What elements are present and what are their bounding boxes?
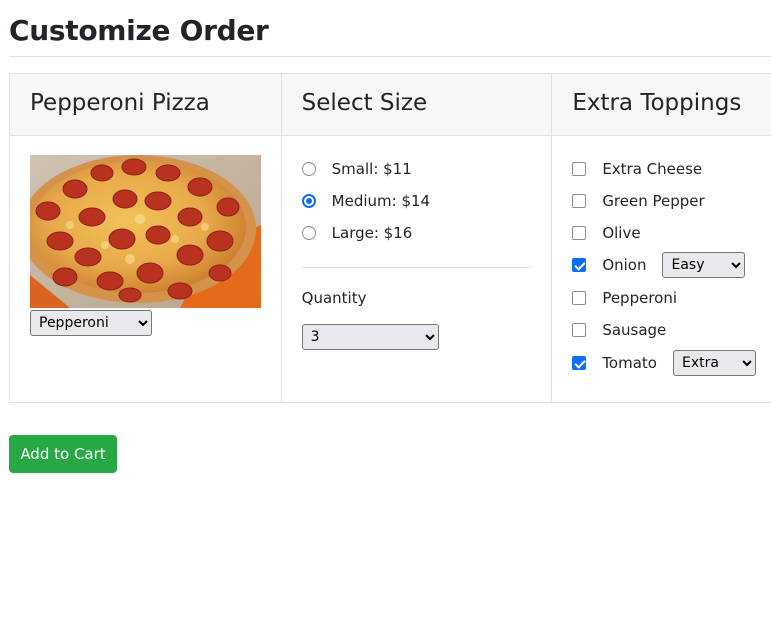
pizza-name: Pepperoni Pizza <box>10 74 281 136</box>
topping-tomato[interactable]: Tomato Extra <box>572 350 756 376</box>
topping-onion[interactable]: Onion Easy <box>572 252 746 278</box>
size-label-large: Large: $16 <box>331 224 413 242</box>
topping-label: Onion <box>602 256 647 274</box>
size-option-medium[interactable]: Medium: $14 <box>301 190 431 212</box>
topping-checkbox-extra-cheese[interactable] <box>572 162 587 176</box>
size-option-small[interactable]: Small: $11 <box>301 158 412 180</box>
order-card: Pepperoni Pizza Pepperoni Select Size Sm… <box>9 73 771 403</box>
title-divider <box>9 56 771 57</box>
size-radio-large[interactable] <box>301 226 316 240</box>
topping-label: Olive <box>602 224 641 242</box>
add-to-cart-button[interactable]: Add to Cart <box>9 435 117 473</box>
quantity-label: Quantity <box>301 289 367 307</box>
quantity-select[interactable]: 3 <box>301 324 439 350</box>
topping-checkbox-pepperoni[interactable] <box>572 291 587 305</box>
pizza-column: Pepperoni Pizza Pepperoni <box>10 74 282 402</box>
topping-sausage[interactable]: Sausage <box>572 317 666 343</box>
topping-extra-cheese[interactable]: Extra Cheese <box>572 156 702 182</box>
size-label-small: Small: $11 <box>331 160 412 178</box>
topping-checkbox-tomato[interactable] <box>572 356 587 370</box>
topping-label: Extra Cheese <box>602 160 703 178</box>
size-option-large[interactable]: Large: $16 <box>301 222 413 244</box>
toppings-heading: Extra Toppings <box>552 74 771 136</box>
size-column: Select Size Small: $11 Medium: $14 Large… <box>281 74 553 402</box>
size-radio-small[interactable] <box>301 162 316 176</box>
topping-green-pepper[interactable]: Green Pepper <box>572 188 705 214</box>
topping-label: Sausage <box>602 321 667 339</box>
pizza-type-select[interactable]: Pepperoni <box>30 310 152 336</box>
topping-label: Tomato <box>602 354 657 372</box>
size-heading: Select Size <box>281 74 552 136</box>
topping-checkbox-green-pepper[interactable] <box>572 194 587 208</box>
size-divider <box>301 267 532 268</box>
topping-pepperoni[interactable]: Pepperoni <box>572 285 677 311</box>
pizza-image <box>30 155 261 308</box>
page-title: Customize Order <box>9 14 269 47</box>
topping-olive[interactable]: Olive <box>572 220 641 246</box>
topping-checkbox-olive[interactable] <box>572 226 587 240</box>
topping-label: Pepperoni <box>602 289 678 307</box>
tomato-amount-select[interactable]: Extra <box>672 350 756 376</box>
size-radio-medium[interactable] <box>301 194 316 208</box>
topping-checkbox-onion[interactable] <box>572 258 587 272</box>
topping-checkbox-sausage[interactable] <box>572 323 587 337</box>
size-label-medium: Medium: $14 <box>331 192 431 210</box>
toppings-column: Extra Toppings Extra Cheese Green Pepper… <box>552 74 771 402</box>
topping-label: Green Pepper <box>602 192 705 210</box>
onion-amount-select[interactable]: Easy <box>662 252 746 278</box>
